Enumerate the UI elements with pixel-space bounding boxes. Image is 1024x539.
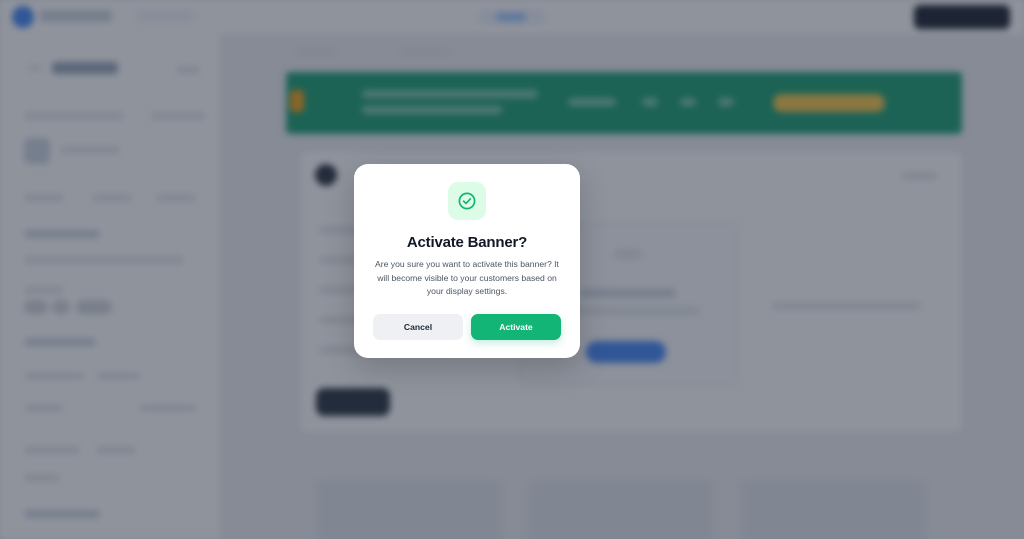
- activate-button[interactable]: Activate: [471, 314, 561, 340]
- check-circle-icon: [458, 192, 476, 210]
- activate-banner-dialog: Activate Banner? Are you sure you want t…: [354, 164, 580, 358]
- modal-title: Activate Banner?: [406, 234, 528, 251]
- modal-message: Are you sure you want to activate this b…: [375, 259, 559, 296]
- cancel-button[interactable]: Cancel: [373, 314, 463, 340]
- modal-icon-container: [448, 182, 486, 220]
